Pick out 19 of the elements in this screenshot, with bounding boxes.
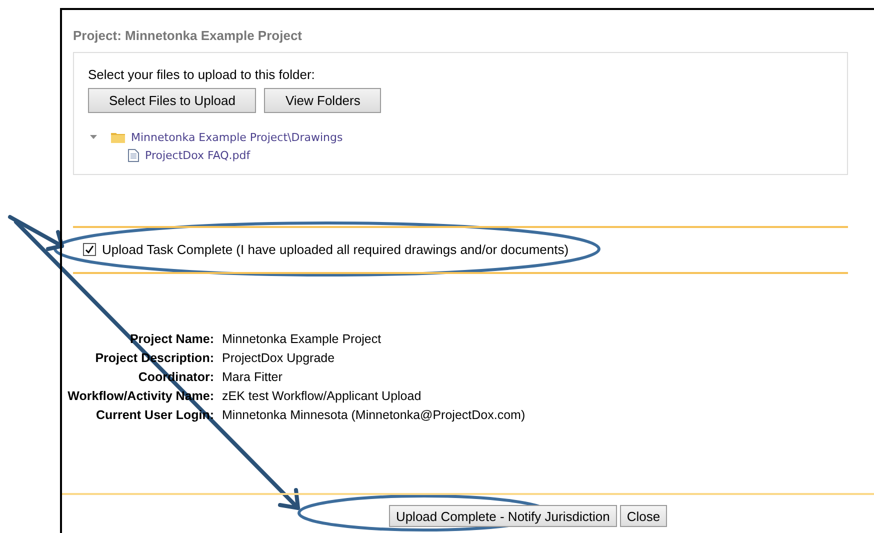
detail-value: Minnetonka Minnesota (Minnetonka@ProjectDox.com) bbox=[222, 408, 526, 422]
folder-link[interactable]: Minnetonka Example Project\Drawings bbox=[131, 131, 343, 144]
select-files-button[interactable]: Select Files to Upload bbox=[88, 88, 256, 113]
notify-jurisdiction-button[interactable]: Upload Complete - Notify Jurisdiction bbox=[388, 505, 617, 527]
close-button[interactable]: Close bbox=[620, 505, 668, 527]
task-complete-checkbox[interactable] bbox=[83, 243, 96, 256]
detail-value: zEK test Workflow/Applicant Upload bbox=[222, 389, 422, 403]
upload-prompt: Select your files to upload to this folder: bbox=[88, 67, 316, 82]
folder-icon bbox=[111, 132, 125, 143]
project-title: Project: Minnetonka Example Project bbox=[73, 28, 304, 43]
check-icon bbox=[85, 245, 94, 254]
task-complete-label: Upload Task Complete (I have uploaded all required drawings and/or documents) bbox=[102, 242, 569, 257]
detail-value: Minnetonka Example Project bbox=[222, 332, 382, 346]
document-icon bbox=[128, 149, 139, 162]
expand-caret-icon[interactable] bbox=[90, 135, 97, 140]
detail-value: Mara Fitter bbox=[222, 370, 284, 384]
detail-value: ProjectDox Upgrade bbox=[222, 351, 336, 365]
view-folders-button[interactable]: View Folders bbox=[264, 88, 382, 113]
file-link[interactable]: ProjectDox FAQ.pdf bbox=[145, 149, 250, 162]
